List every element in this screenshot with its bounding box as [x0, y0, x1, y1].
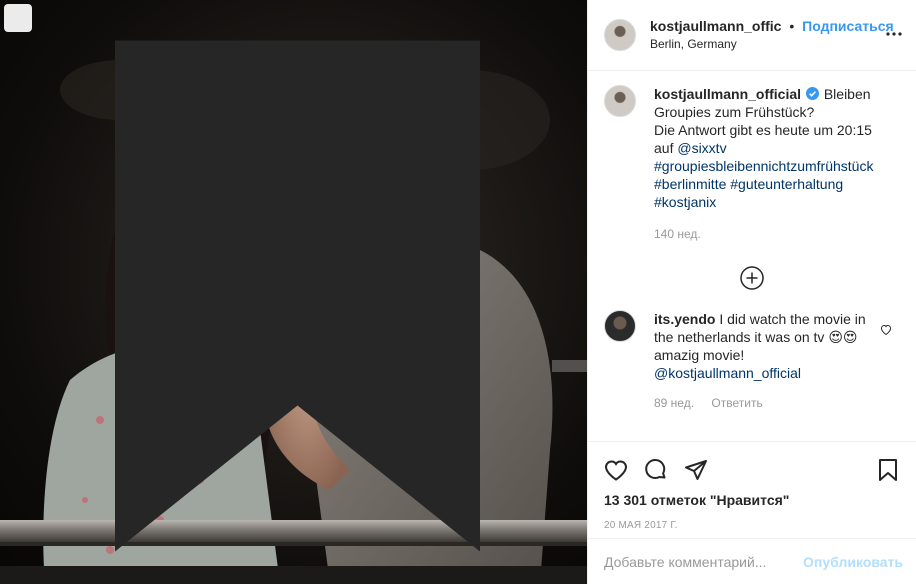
hashtag-link[interactable]: #kostjanix	[654, 194, 716, 210]
heart-small-icon[interactable]	[880, 322, 892, 338]
action-icons	[604, 450, 901, 490]
comment-icon[interactable]	[644, 458, 668, 482]
comment-meta: 89 нед. Ответить	[654, 394, 879, 412]
commenter-username[interactable]: its.yendo	[654, 311, 715, 327]
caption-text-4: auf	[654, 140, 678, 156]
comment-composer: Опубликовать	[588, 538, 916, 584]
location-link[interactable]: Berlin, Germany	[650, 36, 894, 53]
caption-username[interactable]: kostjaullmann_official	[654, 86, 801, 102]
hashtag-link[interactable]: #groupiesbleibennichtzumfrühstück	[654, 158, 873, 174]
post-date[interactable]: 20 МАЯ 2017 Г.	[604, 520, 901, 531]
hashtag-link[interactable]: #guteunterhaltung	[730, 176, 843, 192]
separator-dot: •	[789, 17, 795, 34]
comment-age[interactable]: 89 нед.	[654, 396, 694, 410]
comment-input[interactable]	[604, 553, 804, 570]
more-dots-icon[interactable]	[882, 22, 906, 46]
bookmark-icon[interactable]	[4, 4, 480, 552]
caption-text-1: Bleiben	[823, 86, 871, 102]
verified-badge-icon	[805, 86, 819, 100]
plus-circle-icon	[740, 266, 764, 290]
caption-text-3: Die Antwort gibt es heute um 20:15	[654, 122, 872, 138]
author-username[interactable]: kostjaullmann_offic	[650, 18, 781, 34]
header-text: kostjaullmann_offic • Подписаться Berlin…	[650, 18, 894, 53]
hashtag-link[interactable]: #berlinmitte	[654, 176, 726, 192]
post-view: kostjaullmann_offic • Подписаться Berlin…	[0, 0, 916, 584]
comment-body: its.yendo I did watch the movie in the n…	[654, 310, 879, 412]
caption: kostjaullmann_official Bleiben Groupies …	[588, 71, 916, 243]
heart-icon[interactable]	[604, 458, 628, 482]
action-bar: 13 301 отметок "Нравится" 20 МАЯ 2017 Г.	[588, 441, 916, 531]
reply-button[interactable]: Ответить	[711, 396, 762, 410]
caption-avatar[interactable]	[604, 85, 636, 117]
post-header: kostjaullmann_offic • Подписаться Berlin…	[588, 0, 916, 71]
mention-link[interactable]: @sixxtv	[677, 140, 726, 156]
post-photo[interactable]	[0, 0, 587, 584]
follow-button[interactable]: Подписаться	[802, 18, 894, 34]
caption-age[interactable]: 140 нед.	[654, 225, 894, 243]
load-more-button[interactable]	[588, 266, 916, 290]
post-sidebar: kostjaullmann_offic • Подписаться Berlin…	[587, 0, 916, 584]
commenter-avatar[interactable]	[604, 310, 636, 342]
comment-mention-link[interactable]: @kostjaullmann_official	[654, 365, 801, 381]
caption-body: kostjaullmann_official Bleiben Groupies …	[654, 85, 894, 243]
comment-item: its.yendo I did watch the movie in the n…	[588, 310, 916, 412]
likes-count[interactable]: 13 301 отметок "Нравится"	[604, 492, 901, 508]
share-icon[interactable]	[684, 458, 708, 482]
author-avatar[interactable]	[604, 19, 636, 51]
publish-button[interactable]: Опубликовать	[803, 554, 903, 570]
bookmark-icon[interactable]	[877, 458, 901, 482]
caption-text-2: Groupies zum Frühstück?	[654, 104, 815, 120]
